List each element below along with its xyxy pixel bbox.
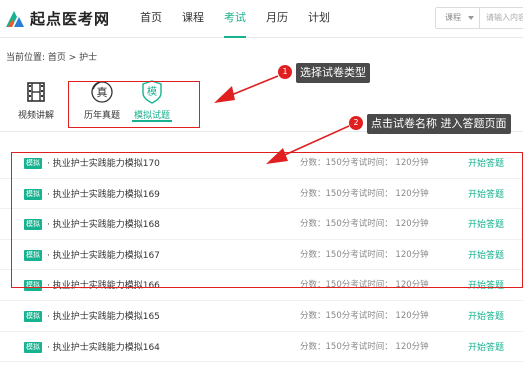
site-logo[interactable]: 起点医考网: [4, 8, 110, 29]
start-exam-button[interactable]: 开始答题: [468, 309, 504, 322]
nav-exams[interactable]: 考试: [224, 0, 246, 38]
exam-info: 分数：150分考试时间： 120分钟: [300, 310, 429, 321]
exam-row[interactable]: 模拟 · 执业护士实践能力模拟164 分数：150分考试时间： 120分钟 开始…: [0, 332, 523, 363]
film-icon: [6, 80, 66, 104]
mock-tag: 模拟: [24, 310, 42, 322]
start-exam-button[interactable]: 开始答题: [468, 340, 504, 353]
annotation-tip-2: 点击试卷名称 进入答题页面: [367, 114, 511, 134]
annotation-tip-1: 选择试卷类型: [296, 63, 370, 83]
annotation-badge-2: 2: [349, 116, 363, 130]
nav-home[interactable]: 首页: [140, 0, 162, 38]
exam-info: 分数：150分考试时间： 120分钟: [300, 341, 429, 352]
nav-courses[interactable]: 课程: [182, 0, 204, 38]
exam-name-link[interactable]: · 执业护士实践能力模拟165: [47, 309, 160, 322]
logo-icon: [4, 9, 26, 29]
chevron-down-icon: [468, 16, 474, 20]
search-category-select[interactable]: 课程: [435, 7, 480, 29]
main-nav: 首页 课程 考试 月历 计划: [140, 0, 350, 38]
page: 起点医考网 首页 课程 考试 月历 计划 课程 请输入内容 当前位置: 首页 >…: [0, 0, 523, 368]
top-header: 起点医考网 首页 课程 考试 月历 计划 课程 请输入内容: [0, 0, 523, 38]
search-input[interactable]: 请输入内容: [480, 7, 523, 29]
breadcrumb: 当前位置: 首页 > 护士: [6, 53, 98, 63]
search-category-label: 课程: [445, 13, 461, 22]
annotation-box-list: [11, 152, 523, 288]
exam-row[interactable]: 模拟 · 执业护士实践能力模拟165 分数：150分考试时间： 120分钟 开始…: [0, 301, 523, 332]
nav-plan[interactable]: 计划: [308, 0, 330, 38]
tab-video-label: 视频讲解: [17, 111, 54, 121]
nav-calendar[interactable]: 月历: [266, 0, 288, 38]
logo-text: 起点医考网: [30, 10, 111, 28]
annotation-badge-1: 1: [278, 65, 292, 79]
tab-video[interactable]: 视频讲解: [6, 80, 66, 121]
exam-name-link[interactable]: · 执业护士实践能力模拟164: [47, 340, 160, 353]
annotation-box-tabs: [68, 81, 200, 128]
mock-tag: 模拟: [24, 341, 42, 353]
